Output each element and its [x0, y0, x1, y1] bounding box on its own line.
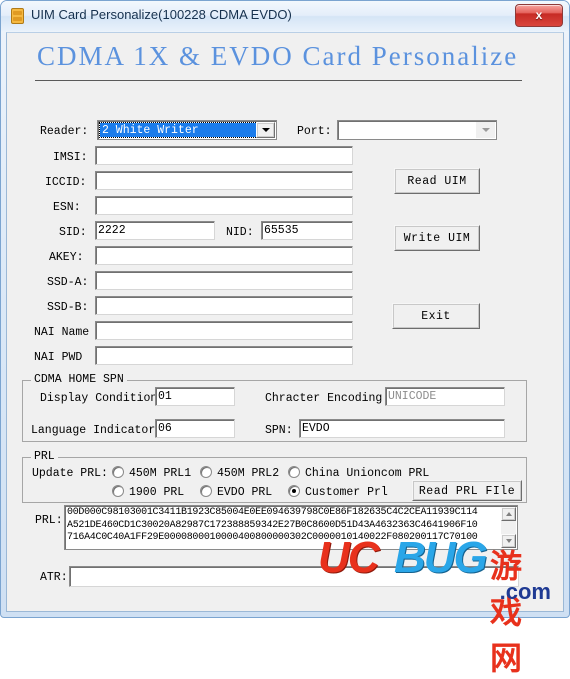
iccid-input[interactable]: [95, 171, 353, 190]
write-uim-label: Write UIM: [403, 232, 471, 245]
nai-pwd-input[interactable]: [95, 346, 353, 365]
nai-name-input[interactable]: [95, 321, 353, 340]
watermark-bug: BUG: [394, 533, 488, 582]
port-label: Port:: [297, 125, 332, 138]
port-combobox[interactable]: [337, 120, 497, 140]
spn-label: SPN:: [265, 424, 293, 437]
scroll-up-icon[interactable]: [501, 507, 516, 521]
esn-label: ESN:: [53, 201, 81, 214]
radio-china-unioncom-prl[interactable]: [288, 466, 300, 478]
radio-1900-prl-label: 1900 PRL: [129, 486, 185, 499]
title-bar: UIM Card Personalize(100228 CDMA EVDO) x: [1, 1, 569, 31]
radio-evdo-prl-label: EVDO PRL: [217, 486, 273, 499]
port-selected-value: [340, 123, 477, 137]
iccid-label: ICCID:: [45, 176, 87, 189]
language-indicator-label: Language Indicator:: [31, 424, 163, 437]
character-encoding-label: Chracter Encoding:: [265, 392, 390, 405]
read-prl-file-button[interactable]: Read PRL FIle: [412, 480, 522, 501]
write-uim-button[interactable]: Write UIM: [394, 225, 480, 251]
read-uim-label: Read UIM: [407, 175, 467, 188]
exit-button[interactable]: Exit: [392, 303, 480, 329]
reader-label: Reader:: [40, 125, 89, 138]
cdma-home-spn-title: CDMA HOME SPN: [31, 373, 127, 386]
esn-input[interactable]: [95, 196, 353, 215]
nai-name-label: NAI Name: [34, 326, 90, 339]
read-prl-file-label: Read PRL FIle: [418, 485, 516, 498]
radio-450m-prl1[interactable]: [112, 466, 124, 478]
reader-combobox[interactable]: 2 White Writer: [97, 120, 277, 140]
prl-group-title: PRL: [31, 450, 58, 463]
close-button[interactable]: x: [515, 4, 563, 27]
imsi-label: IMSI:: [53, 151, 88, 164]
language-indicator-input[interactable]: 06: [155, 419, 235, 438]
reader-dropdown-arrow[interactable]: [256, 122, 275, 138]
port-dropdown-arrow[interactable]: [476, 122, 495, 138]
title-divider: [35, 80, 522, 81]
character-encoding-input: UNICODE: [385, 387, 505, 406]
atr-label: ATR:: [40, 571, 68, 584]
update-prl-label: Update PRL:: [32, 467, 108, 480]
display-condition-label: Display Condition:: [40, 392, 165, 405]
radio-evdo-prl[interactable]: [200, 485, 212, 497]
prl-group: PRL Update PRL: 450M PRL1 450M PRL2 Chin…: [22, 450, 527, 503]
spn-input[interactable]: EVDO: [299, 419, 505, 438]
ucbug-watermark: UC BUG 游戏网 .com: [318, 531, 553, 677]
exit-label: Exit: [421, 310, 451, 323]
read-uim-button[interactable]: Read UIM: [394, 168, 480, 194]
radio-customer-prl-label: Customer Prl: [305, 486, 388, 499]
page-title: CDMA 1X & EVDO Card Personalize: [37, 41, 519, 71]
window-title: UIM Card Personalize(100228 CDMA EVDO): [31, 7, 292, 22]
watermark-uc: UC: [318, 533, 380, 582]
ssd-b-input[interactable]: [95, 296, 353, 315]
sid-label: SID:: [59, 226, 87, 239]
reader-selected-value: 2 White Writer: [99, 122, 258, 138]
prl-value-label: PRL:: [35, 514, 63, 527]
display-condition-input[interactable]: 01: [155, 387, 235, 406]
radio-450m-prl1-label: 450M PRL1: [129, 467, 192, 480]
close-icon: x: [535, 8, 543, 22]
sid-input[interactable]: 2222: [95, 221, 215, 240]
radio-customer-prl[interactable]: [288, 485, 300, 497]
ssd-a-label: SSD-A:: [47, 276, 89, 289]
radio-china-unioncom-prl-label: China Unioncom PRL: [305, 467, 430, 480]
radio-450m-prl2[interactable]: [200, 466, 212, 478]
akey-input[interactable]: [95, 246, 353, 265]
radio-1900-prl[interactable]: [112, 485, 124, 497]
watermark-com: .com: [499, 579, 551, 604]
nid-input[interactable]: 65535: [261, 221, 353, 240]
nid-label: NID:: [226, 226, 254, 239]
application-window: UIM Card Personalize(100228 CDMA EVDO) x…: [0, 0, 570, 677]
cdma-home-spn-group: CDMA HOME SPN Display Condition: 01 Lang…: [22, 373, 527, 442]
uim-card-icon: [11, 8, 24, 24]
akey-label: AKEY:: [49, 251, 84, 264]
ssd-b-label: SSD-B:: [47, 301, 89, 314]
nai-pwd-label: NAI PWD: [34, 351, 83, 364]
imsi-input[interactable]: [95, 146, 353, 165]
ssd-a-input[interactable]: [95, 271, 353, 290]
watermark-chinese: 游戏网: [490, 547, 523, 677]
client-area: CDMA 1X & EVDO Card Personalize Reader: …: [6, 32, 564, 677]
radio-450m-prl2-label: 450M PRL2: [217, 467, 280, 480]
